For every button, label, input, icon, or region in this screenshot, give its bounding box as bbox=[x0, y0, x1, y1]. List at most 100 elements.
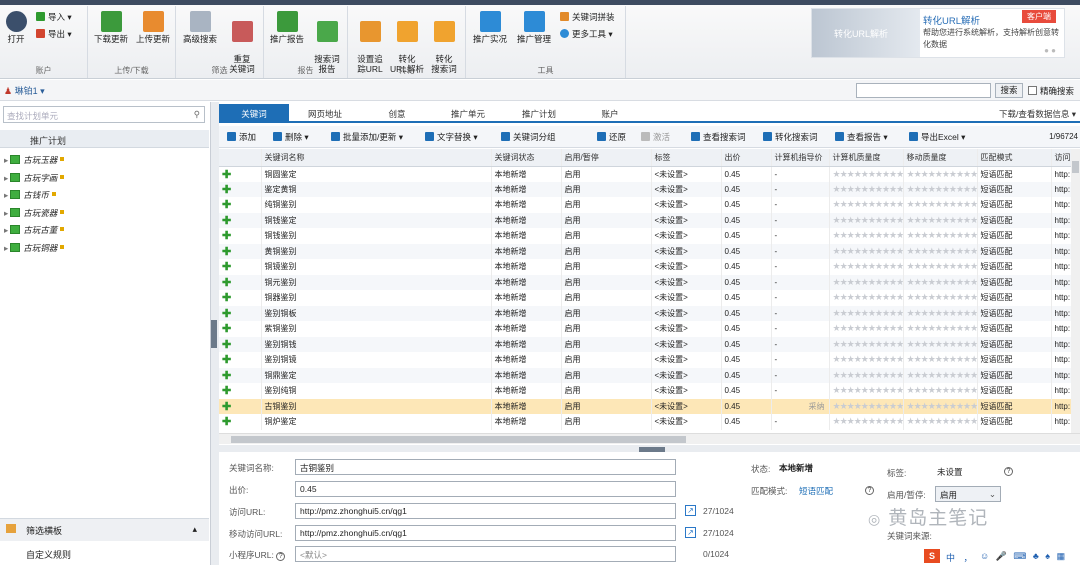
delete-button[interactable]: 删除 ▾ bbox=[273, 131, 309, 143]
match-mode-cell[interactable]: 短语匹配 bbox=[977, 336, 1052, 352]
user-selector[interactable]: ♟ 琳铂1 ▾ bbox=[4, 84, 45, 97]
help-icon[interactable]: ? bbox=[865, 486, 874, 495]
bid-cell[interactable]: 0.45 bbox=[721, 336, 772, 352]
bid-cell[interactable]: 0.45 bbox=[721, 414, 772, 430]
ad-banner[interactable]: 转化URL解析 转化URL解析 客户端 帮助您进行系统解析，支持解析创意转化数据… bbox=[811, 8, 1065, 58]
url-cell[interactable]: http: bbox=[1051, 274, 1071, 290]
tag-cell[interactable]: <未设置> bbox=[651, 197, 722, 213]
add-row-icon[interactable]: ✚ bbox=[222, 292, 231, 304]
view-search-terms-button[interactable]: 查看搜索词 bbox=[691, 131, 746, 143]
table-row[interactable]: ✚铜元鉴别本地新增启用<未设置>0.45-★★★★★★★★★★0★★★★★★★★… bbox=[219, 274, 1071, 290]
add-row-icon[interactable]: ✚ bbox=[222, 401, 231, 413]
tag-cell[interactable]: <未设置> bbox=[651, 321, 722, 337]
tab-5[interactable]: 账户 bbox=[575, 104, 645, 123]
match-mode-link[interactable]: 短语匹配 bbox=[799, 485, 833, 497]
table-row[interactable]: ✚铜圆鉴定本地新增启用<未设置>0.45-★★★★★★★★★★0★★★★★★★★… bbox=[219, 166, 1071, 182]
column-header[interactable]: 标签 bbox=[651, 149, 722, 167]
custom-rule-tab[interactable]: 自定义规则 bbox=[0, 543, 209, 565]
bid-cell[interactable]: 0.45 bbox=[721, 259, 772, 275]
onoff-cell[interactable]: 启用 bbox=[561, 336, 652, 352]
open-button[interactable]: 打开 bbox=[4, 11, 28, 44]
keyword-cell[interactable]: 鉴别铜板 bbox=[261, 305, 492, 321]
column-header[interactable] bbox=[219, 149, 262, 167]
add-row-icon[interactable]: ✚ bbox=[222, 339, 231, 351]
bid-cell[interactable]: 0.45 bbox=[721, 274, 772, 290]
export-button[interactable]: 导出 ▾ bbox=[36, 28, 72, 40]
match-mode-cell[interactable]: 短语匹配 bbox=[977, 212, 1052, 228]
batch-add-button[interactable]: 批量添加/更新 ▾ bbox=[331, 131, 403, 143]
keyword-cell[interactable]: 铜鼎鉴定 bbox=[261, 367, 492, 383]
download-update-button[interactable]: 下载更新 bbox=[91, 11, 131, 44]
help-icon[interactable]: ? bbox=[276, 552, 286, 561]
tag-cell[interactable]: <未设置> bbox=[651, 212, 722, 228]
plan-item[interactable]: ▸ 古玩瓷器 bbox=[4, 207, 65, 219]
onoff-cell[interactable]: 启用 bbox=[561, 197, 652, 213]
expand-arrow-icon[interactable]: ▸ bbox=[4, 208, 8, 218]
match-mode-cell[interactable]: 短语匹配 bbox=[977, 181, 1052, 197]
help-icon[interactable]: ? bbox=[1004, 467, 1013, 476]
column-header[interactable]: 出价 bbox=[721, 149, 772, 167]
bid-cell[interactable]: 0.45 bbox=[721, 197, 772, 213]
bid-cell[interactable]: 0.45 bbox=[721, 212, 772, 228]
expand-arrow-icon[interactable]: ▸ bbox=[4, 155, 8, 165]
onoff-cell[interactable]: 启用 bbox=[561, 305, 652, 321]
keyword-cell[interactable]: 铜圆鉴定 bbox=[261, 166, 492, 182]
expand-arrow-icon[interactable]: ▸ bbox=[4, 243, 8, 253]
url-cell[interactable]: http: bbox=[1051, 383, 1071, 399]
tag-cell[interactable]: <未设置> bbox=[651, 352, 722, 368]
keyword-cell[interactable]: 铜器鉴别 bbox=[261, 290, 492, 306]
url-cell[interactable]: http: bbox=[1051, 228, 1071, 244]
tag-cell[interactable]: <未设置> bbox=[651, 398, 722, 414]
panel-splitter[interactable] bbox=[211, 102, 219, 565]
onoff-cell[interactable]: 启用 bbox=[561, 352, 652, 368]
url-cell[interactable]: http: bbox=[1051, 305, 1071, 321]
url-cell[interactable]: http: bbox=[1051, 414, 1071, 430]
match-mode-cell[interactable]: 短语匹配 bbox=[977, 352, 1052, 368]
match-mode-cell[interactable]: 短语匹配 bbox=[977, 197, 1052, 213]
tag-cell[interactable]: <未设置> bbox=[651, 414, 722, 430]
bid-cell[interactable]: 0.45 bbox=[721, 321, 772, 337]
column-header[interactable]: 启用/暂停 bbox=[561, 149, 652, 167]
restore-button[interactable]: 还原 bbox=[597, 131, 626, 143]
add-row-icon[interactable]: ✚ bbox=[222, 416, 231, 428]
table-row[interactable]: ✚纯铜鉴别本地新增启用<未设置>0.45-★★★★★★★★★★0★★★★★★★★… bbox=[219, 197, 1071, 213]
vertical-scrollbar[interactable] bbox=[1071, 149, 1080, 433]
keyword-cell[interactable]: 铜钱鉴定 bbox=[261, 212, 492, 228]
add-row-icon[interactable]: ✚ bbox=[222, 230, 231, 242]
table-row[interactable]: ✚鉴别纯铜本地新增启用<未设置>0.45-★★★★★★★★★★0★★★★★★★★… bbox=[219, 383, 1071, 399]
text-replace-button[interactable]: 文字替换 ▾ bbox=[425, 131, 478, 143]
url-cell[interactable]: http: bbox=[1051, 290, 1071, 306]
onoff-cell[interactable]: 启用 bbox=[561, 290, 652, 306]
bid-cell[interactable]: 0.45 bbox=[721, 290, 772, 306]
expand-arrow-icon[interactable]: ▸ bbox=[4, 173, 8, 183]
bid-cell[interactable]: 0.45 bbox=[721, 166, 772, 182]
tag-cell[interactable]: <未设置> bbox=[651, 290, 722, 306]
mobile-url-field[interactable]: http://pmz.zhonghui5.cn/qg1 bbox=[295, 525, 676, 541]
match-mode-cell[interactable]: 短语匹配 bbox=[977, 398, 1052, 414]
url-cell[interactable]: http: bbox=[1051, 181, 1071, 197]
tag-cell[interactable]: <未设置> bbox=[651, 305, 722, 321]
table-row[interactable]: ✚铜鼎鉴定本地新增启用<未设置>0.45-★★★★★★★★★★0★★★★★★★★… bbox=[219, 367, 1071, 383]
exact-search-checkbox[interactable]: 精确搜索 bbox=[1028, 85, 1074, 97]
bid-cell[interactable]: 0.45 bbox=[721, 305, 772, 321]
view-report-button[interactable]: 查看报告 ▾ bbox=[835, 131, 888, 143]
match-mode-cell[interactable]: 短语匹配 bbox=[977, 228, 1052, 244]
plan-item[interactable]: ▸ 古钱币 bbox=[4, 189, 56, 201]
advanced-search-button[interactable]: 高级搜索 bbox=[180, 11, 220, 44]
detail-splitter[interactable] bbox=[219, 445, 1080, 452]
tag-cell[interactable]: <未设置> bbox=[651, 274, 722, 290]
add-row-icon[interactable]: ✚ bbox=[222, 215, 231, 227]
download-info-link[interactable]: 下载/查看数据信息 ▾ bbox=[999, 108, 1076, 120]
mini-program-url-field[interactable]: <默认> bbox=[295, 546, 676, 562]
add-row-icon[interactable]: ✚ bbox=[222, 184, 231, 196]
add-row-icon[interactable]: ✚ bbox=[222, 261, 231, 273]
ad-title[interactable]: 转化URL解析 bbox=[923, 13, 980, 27]
table-row[interactable]: ✚紫铜鉴别本地新增启用<未设置>0.45-★★★★★★★★★★0★★★★★★★★… bbox=[219, 321, 1071, 337]
open-link-icon[interactable]: ↗ bbox=[685, 505, 696, 516]
search-input[interactable] bbox=[856, 83, 991, 98]
plan-item[interactable]: ▸ 古玩铜器 bbox=[4, 242, 65, 254]
add-row-icon[interactable]: ✚ bbox=[222, 169, 231, 181]
tag-cell[interactable]: <未设置> bbox=[651, 259, 722, 275]
table-row[interactable]: ✚铜钱鉴定本地新增启用<未设置>0.45-★★★★★★★★★★0★★★★★★★★… bbox=[219, 212, 1071, 228]
convert-search-terms-button[interactable]: 转化搜索词 bbox=[763, 131, 818, 143]
